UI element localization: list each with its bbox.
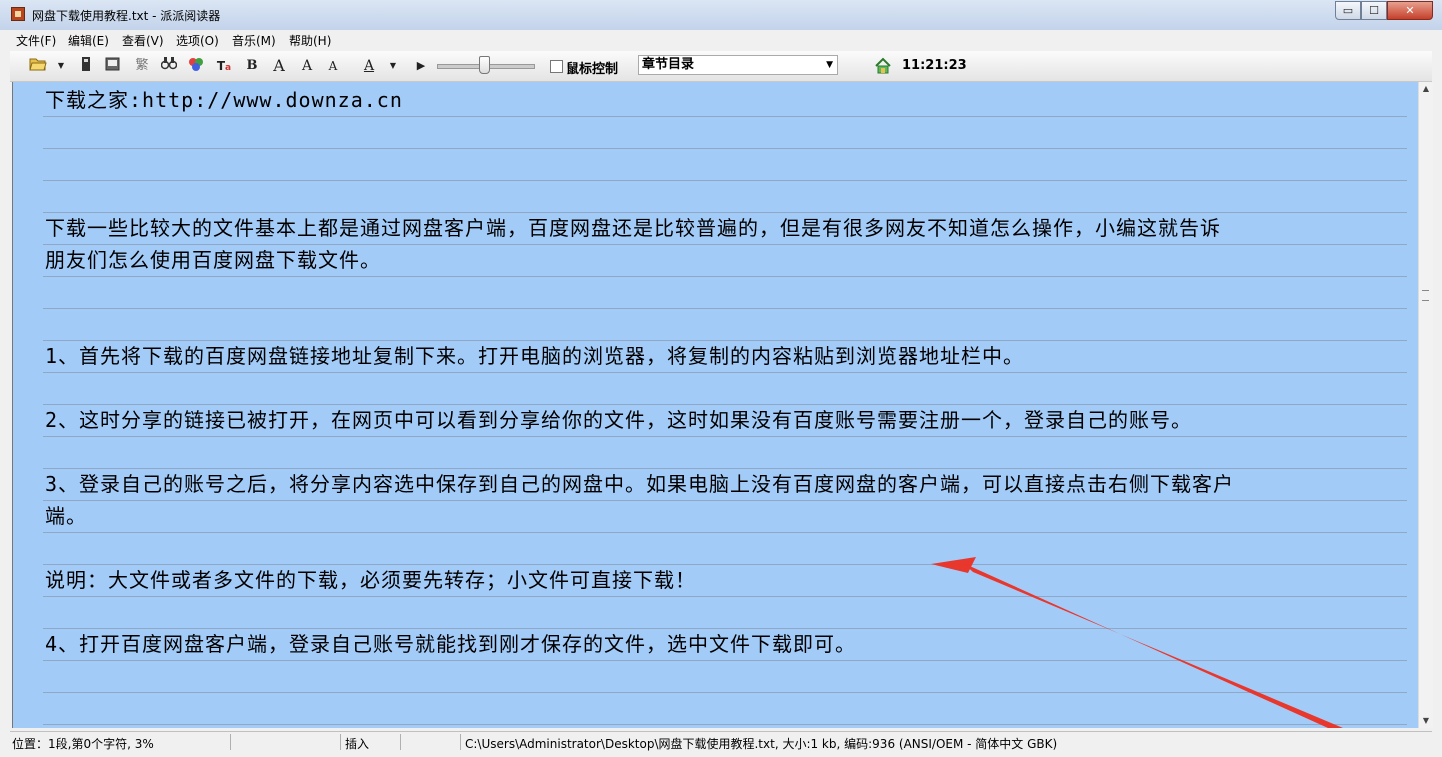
scrollbar-thumb[interactable]	[1422, 290, 1429, 301]
rule-line	[43, 180, 1407, 181]
text-line: 下载一些比较大的文件基本上都是通过网盘客户端，百度网盘还是比较普遍的，但是有很多…	[45, 216, 1221, 240]
rule-line	[43, 276, 1407, 277]
status-bar: 位置：1段,第0个字符, 3% 插入 C:\Users\Administrato…	[10, 731, 1432, 754]
rule-line	[43, 660, 1407, 661]
rule-line	[43, 532, 1407, 533]
status-divider	[340, 734, 341, 750]
menu-music[interactable]: 音乐(M)	[232, 32, 276, 49]
play-button[interactable]: ▶	[414, 56, 428, 76]
title-bar: 网盘下载使用教程.txt - 派派阅读器 ▭ ☐ ✕	[0, 0, 1442, 30]
rule-line	[43, 692, 1407, 693]
minimize-button[interactable]: ▭	[1335, 1, 1361, 20]
text-line: 端。	[45, 504, 87, 528]
bookmark-icon[interactable]	[78, 56, 94, 76]
traditional-chinese-button[interactable]: 繁	[132, 56, 152, 76]
open-dropdown-chevron-icon[interactable]: ▼	[56, 56, 66, 76]
rule-line	[43, 596, 1407, 597]
mouse-control-checkbox[interactable]	[550, 60, 563, 73]
mouse-control-label: 鼠标控制	[566, 62, 619, 77]
rule-line	[43, 436, 1407, 437]
chapter-select[interactable]: 章节目录 ▼	[638, 55, 838, 75]
font-size-icon[interactable]: A	[298, 56, 316, 76]
scroll-up-arrow-icon[interactable]: ▲	[1419, 82, 1433, 96]
text-line: 3、登录自己的账号之后，将分享内容选中保存到自己的网盘中。如果电脑上没有百度网盘…	[45, 472, 1235, 496]
close-button[interactable]: ✕	[1387, 1, 1433, 20]
text-line: 2、这时分享的链接已被打开，在网页中可以看到分享给你的文件，这时如果没有百度账号…	[45, 408, 1193, 432]
menu-options[interactable]: 选项(O)	[176, 32, 219, 49]
maximize-button[interactable]: ☐	[1361, 1, 1387, 20]
font-color-dropdown-chevron-icon[interactable]: ▼	[388, 56, 398, 76]
font-size-decrease-icon[interactable]: A	[324, 56, 342, 76]
status-divider	[400, 734, 401, 750]
toolbar: ▼ 繁 Ta B A A A A ▼ ▶ 鼠标控制 章节目录 ▼ 11:21:2…	[10, 51, 1432, 82]
text-line: 说明：大文件或者多文件的下载，必须要先转存；小文件可直接下载！	[45, 568, 696, 592]
menu-view[interactable]: 查看(V)	[122, 32, 164, 49]
text-line: 4、打开百度网盘客户端，登录自己账号就能找到刚才保存的文件，选中文件下载即可。	[45, 632, 857, 656]
chevron-down-icon: ▼	[826, 60, 833, 70]
rule-line	[43, 372, 1407, 373]
chapter-select-value: 章节目录	[642, 57, 695, 72]
text-line: 朋友们怎么使用百度网盘下载文件。	[45, 248, 381, 272]
rule-line	[43, 308, 1407, 309]
status-mode: 插入	[345, 737, 370, 751]
reader-content[interactable]: 下载之家:http://www.downza.cn 下载一些比较大的文件基本上都…	[12, 82, 1418, 728]
status-file-info: C:\Users\Administrator\Desktop\网盘下载使用教程.…	[465, 737, 1058, 751]
scroll-down-arrow-icon[interactable]: ▼	[1419, 714, 1433, 728]
rule-line	[43, 148, 1407, 149]
vertical-scrollbar[interactable]: ▲ ▼	[1418, 82, 1433, 728]
bold-button[interactable]: B	[244, 56, 260, 76]
rule-line	[43, 724, 1407, 725]
window-title: 网盘下载使用教程.txt - 派派阅读器	[32, 9, 221, 23]
status-position: 位置：1段,第0个字符, 3%	[12, 737, 154, 751]
color-palette-icon[interactable]	[186, 56, 206, 76]
text-line: 下载之家:http://www.downza.cn	[45, 88, 403, 112]
folder-open-icon[interactable]	[28, 56, 48, 76]
text-style-icon[interactable]: Ta	[214, 56, 234, 76]
menu-help[interactable]: 帮助(H)	[289, 32, 331, 49]
app-book-icon[interactable]	[11, 7, 25, 21]
speed-slider-thumb[interactable]	[479, 56, 490, 74]
font-color-icon[interactable]: A	[360, 56, 378, 76]
menu-edit[interactable]: 编辑(E)	[68, 32, 109, 49]
menu-bar: 文件(F) 编辑(E) 查看(V) 选项(O) 音乐(M) 帮助(H)	[10, 30, 1432, 50]
clock: 11:21:23	[902, 58, 967, 73]
font-size-increase-icon[interactable]: A	[270, 56, 288, 76]
menu-file[interactable]: 文件(F)	[16, 32, 56, 49]
status-divider	[460, 734, 461, 750]
binoculars-icon[interactable]	[160, 56, 178, 76]
note-icon[interactable]	[104, 56, 122, 76]
status-divider	[230, 734, 231, 750]
home-icon[interactable]	[874, 57, 892, 75]
text-line: 1、首先将下载的百度网盘链接地址复制下来。打开电脑的浏览器，将复制的内容粘贴到浏…	[45, 344, 1025, 368]
rule-line	[43, 116, 1407, 117]
